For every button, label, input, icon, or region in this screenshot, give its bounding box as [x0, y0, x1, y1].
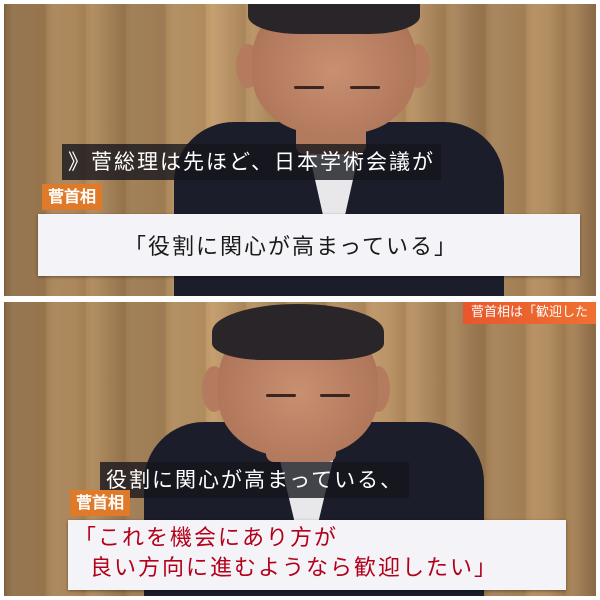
speaker-eye-left — [266, 394, 296, 397]
speaker-hair — [212, 304, 384, 360]
quote-line-1: 「これを機会にあり方が — [74, 526, 339, 551]
speaker-hair — [248, 4, 420, 34]
corner-ticker: 菅首相は「歓迎した — [462, 302, 596, 324]
speaker-tag: 菅首相 — [42, 184, 103, 210]
speaker-eye-left — [294, 86, 324, 89]
lower-third-caption: 役割に関心が高まっている、 — [100, 462, 410, 498]
speaker-eye-right — [320, 394, 350, 397]
speaker-eye-right — [350, 86, 380, 89]
quote-box: 「役割に関心が高まっている」 — [38, 214, 580, 276]
panel-divider — [0, 297, 600, 301]
speaker-tag: 菅首相 — [70, 490, 131, 516]
news-frame-bottom: 菅首相は「歓迎した 役割に関心が高まっている、 菅首相 「これを機会にあり方が … — [4, 302, 596, 596]
quote-box: 「これを機会にあり方が 良い方向に進むようなら歓迎したい」 — [68, 520, 566, 590]
news-frame-top: 》菅総理は先ほど、日本学術会議が 菅首相 「役割に関心が高まっている」 — [4, 4, 596, 296]
quote-line-2: 良い方向に進むようなら歓迎したい」 — [90, 556, 499, 581]
lower-third-caption: 》菅総理は先ほど、日本学術会議が — [62, 144, 441, 180]
quote-line: 「役割に関心が高まっている」 — [124, 235, 459, 260]
